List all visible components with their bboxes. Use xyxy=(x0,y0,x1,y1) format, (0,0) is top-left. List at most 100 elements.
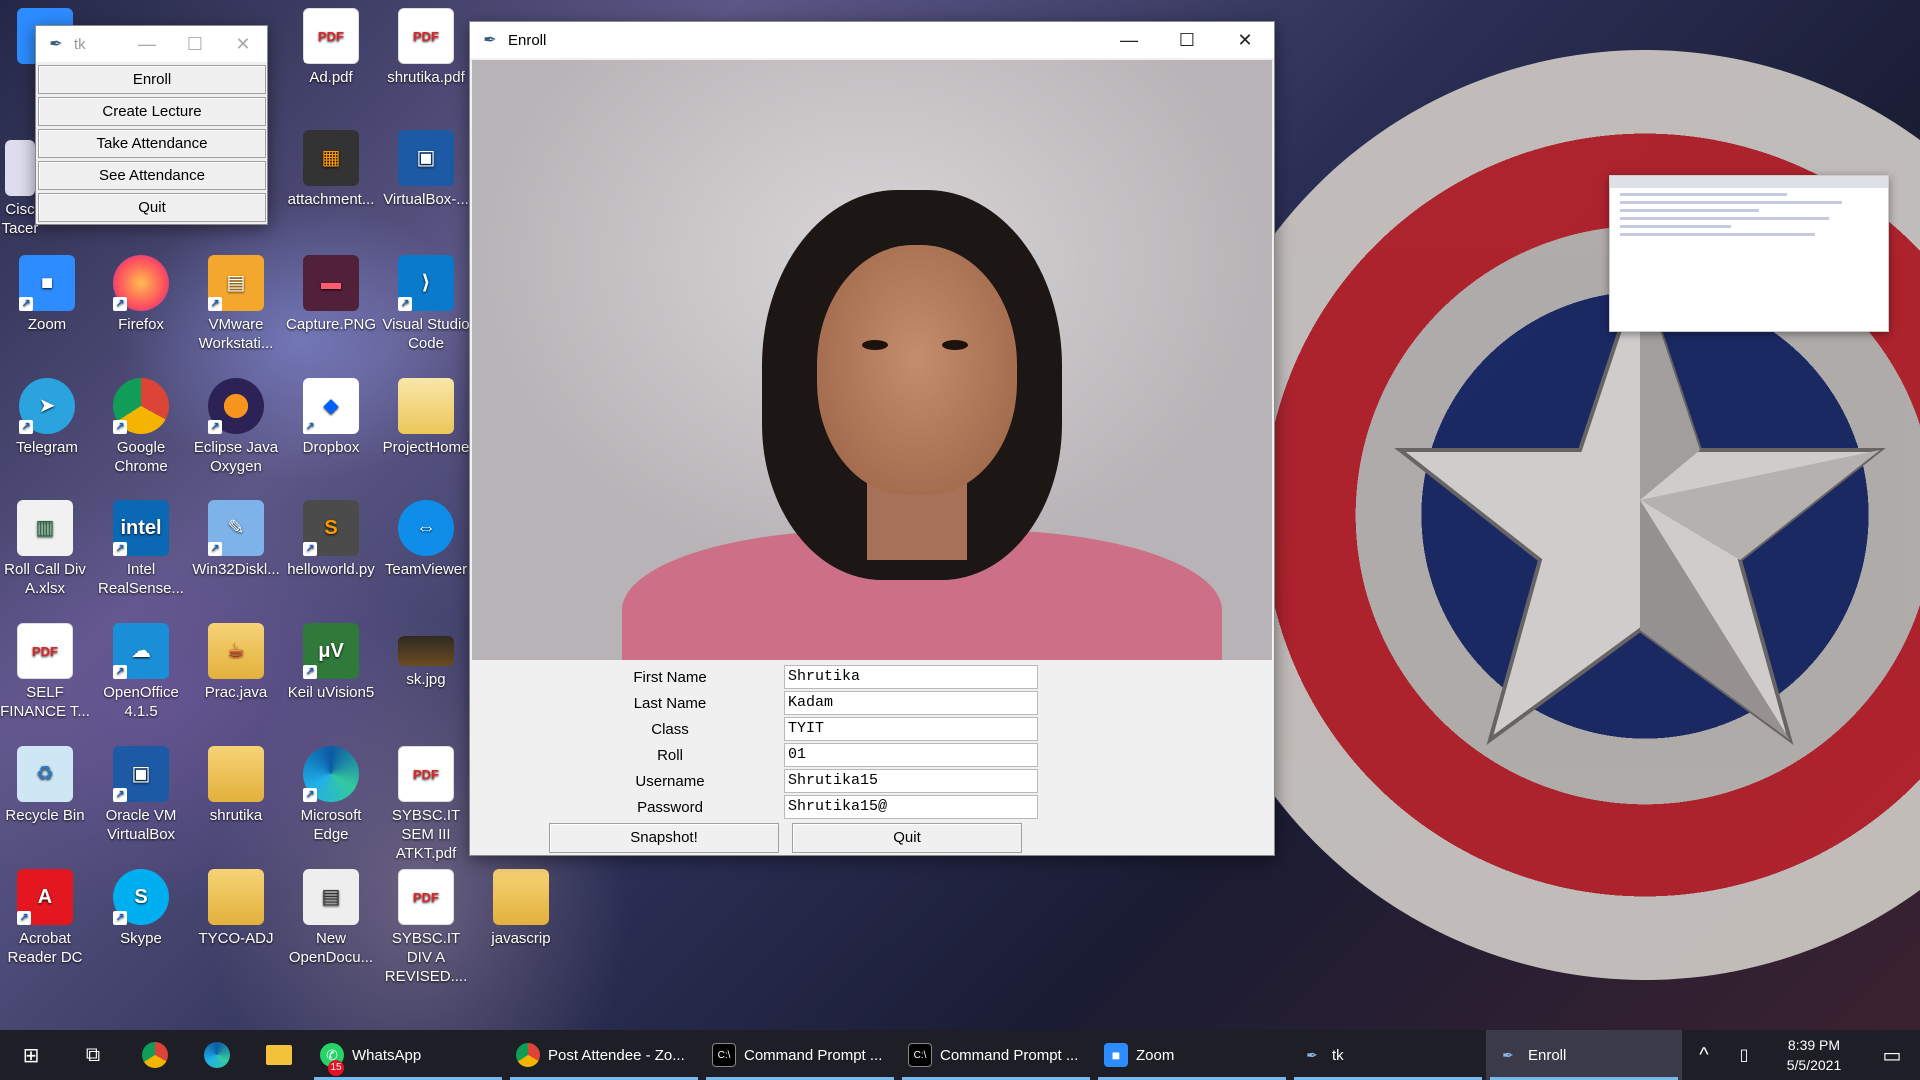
desktop-icon[interactable]: ↗ Firefox xyxy=(96,255,186,334)
desktop-icon[interactable]: ▣ VirtualBox-... xyxy=(381,130,471,209)
first-name-input[interactable]: Shrutika xyxy=(784,665,1038,689)
desktop-icon[interactable]: ♻ Recycle Bin xyxy=(0,746,90,825)
java-icon: ☕ xyxy=(208,623,264,679)
minimize-icon[interactable]: — xyxy=(1100,22,1158,58)
last-name-input[interactable]: Kadam xyxy=(784,691,1038,715)
close-icon[interactable]: ✕ xyxy=(1216,22,1274,58)
desktop-icon[interactable]: intel ↗ Intel RealSense... xyxy=(96,500,186,598)
clock[interactable]: 8:39 PM 5/5/2021 xyxy=(1764,1035,1864,1075)
clock-time: 8:39 PM xyxy=(1787,1037,1841,1053)
tk-window: ✒ tk — ☐ ✕ Enroll Create Lecture Take At… xyxy=(35,25,268,225)
desktop-icon[interactable]: ▤ ↗ VMware Workstati... xyxy=(191,255,281,353)
desktop-icon[interactable]: ▣ ↗ Oracle VM VirtualBox xyxy=(96,746,186,844)
desktop-icon[interactable]: ✎ ↗ Win32Diskl... xyxy=(191,500,281,579)
dropbox-icon: ◆ ↗ xyxy=(303,378,359,434)
create-lecture-button[interactable]: Create Lecture xyxy=(38,97,266,126)
desktop-icon[interactable]: ↗ Google Chrome xyxy=(96,378,186,476)
desktop-icon[interactable]: sk.jpg xyxy=(381,623,471,689)
taskbar-app-tk[interactable]: ✒ tk xyxy=(1290,1030,1486,1080)
firefox-icon: ↗ xyxy=(113,255,169,311)
desktop-icon[interactable]: ▦ attachment... xyxy=(286,130,376,209)
vmware-icon: ▤ ↗ xyxy=(208,255,264,311)
document-icon: ▤ xyxy=(303,869,359,925)
chrome-icon[interactable] xyxy=(124,1030,186,1080)
eclipse-icon: ↗ xyxy=(208,378,264,434)
desktop-icon[interactable]: PDF Ad.pdf xyxy=(286,8,376,87)
taskbar-app-enroll[interactable]: ✒ Enroll xyxy=(1486,1030,1682,1080)
desktop-icon[interactable]: PDF SYBSC.IT SEM III ATKT.pdf xyxy=(381,746,471,863)
camera-preview xyxy=(472,60,1272,660)
desktop-icon[interactable]: μV ↗ Keil uVision5 xyxy=(286,623,376,702)
quit-button[interactable]: Quit xyxy=(792,823,1022,853)
take-attendance-button[interactable]: Take Attendance xyxy=(38,129,266,158)
virtualbox-icon: ▣ ↗ xyxy=(113,746,169,802)
sublime-icon: S ↗ xyxy=(303,500,359,556)
image-icon xyxy=(398,636,454,666)
desktop-icon[interactable]: Cisc Tacer xyxy=(0,140,40,238)
tk-feather-icon: ✒ xyxy=(49,36,63,53)
desktop-icon[interactable]: javascrip xyxy=(476,869,566,948)
tk-titlebar[interactable]: ✒ tk — ☐ ✕ xyxy=(36,26,267,62)
taskbar-app-command-prompt-1[interactable]: C:\ Command Prompt ... xyxy=(702,1030,898,1080)
close-icon[interactable]: ✕ xyxy=(219,26,267,62)
snapshot-button[interactable]: Snapshot! xyxy=(549,823,779,853)
device-icon[interactable]: ▯ xyxy=(1724,1030,1764,1080)
password-input[interactable]: Shrutika15@ xyxy=(784,795,1038,819)
desktop-icon[interactable]: ☁ ↗ OpenOffice 4.1.5 xyxy=(96,623,186,721)
desktop-icon[interactable]: ➤ ↗ Telegram xyxy=(2,378,92,457)
browser-thumbnail[interactable] xyxy=(1609,175,1889,332)
desktop-icon[interactable]: ▥ Roll Call Div A.xlsx xyxy=(0,500,90,598)
minimize-icon[interactable]: — xyxy=(123,26,171,62)
file-explorer-icon[interactable] xyxy=(248,1030,310,1080)
desktop-icon[interactable]: ⇔ TeamViewer xyxy=(381,500,471,579)
form-row-password: Password Shrutika15@ xyxy=(472,795,1272,821)
windows-start-icon[interactable]: ⊞ xyxy=(0,1030,62,1080)
desktop-icon[interactable]: ▬ Capture.PNG xyxy=(286,255,376,334)
desktop-icon[interactable]: ▤ New OpenDocu... xyxy=(286,869,376,967)
roll-input[interactable]: 01 xyxy=(784,743,1038,767)
tk-feather-icon: ✒ xyxy=(483,32,497,49)
form-row-class: Class TYIT xyxy=(472,717,1272,743)
desktop-icon[interactable]: PDF SYBSC.IT DIV A REVISED.... xyxy=(381,869,471,986)
desktop-icon[interactable]: TYCO-ADJ xyxy=(191,869,281,948)
desktop-icon[interactable]: ■ ↗ Zoom xyxy=(2,255,92,334)
image-icon: ▦ xyxy=(303,130,359,186)
taskbar-app-whatsapp[interactable]: ✆ 15 WhatsApp xyxy=(310,1030,506,1080)
enroll-menu-button[interactable]: Enroll xyxy=(38,65,266,94)
desktop-icon[interactable]: ProjectHome xyxy=(381,378,471,457)
desktop-icon[interactable]: ◆ ↗ Dropbox xyxy=(286,378,376,457)
desktop-icon[interactable]: S ↗ helloworld.py xyxy=(286,500,376,579)
desktop-icon[interactable]: PDF shrutika.pdf xyxy=(381,8,471,87)
maximize-icon[interactable]: ☐ xyxy=(171,26,219,62)
maximize-icon[interactable]: ☐ xyxy=(1158,22,1216,58)
clock-date: 5/5/2021 xyxy=(1786,1057,1842,1073)
class-input[interactable]: TYIT xyxy=(784,717,1038,741)
password-label: Password xyxy=(637,799,703,816)
see-attendance-button[interactable]: See Attendance xyxy=(38,161,266,190)
desktop-icon[interactable]: A ↗ Acrobat Reader DC xyxy=(0,869,90,967)
taskbar-app-command-prompt-2[interactable]: C:\ Command Prompt ... xyxy=(898,1030,1094,1080)
enroll-titlebar[interactable]: ✒ Enroll — ☐ ✕ xyxy=(470,22,1274,58)
desktop-icon[interactable]: ☕ Prac.java xyxy=(191,623,281,702)
acrobat-icon: A ↗ xyxy=(17,869,73,925)
desktop-icon[interactable]: ↗ Eclipse Java Oxygen xyxy=(191,378,281,476)
notification-center-icon[interactable]: ▭ xyxy=(1864,1030,1920,1080)
taskbar-app-zoom[interactable]: ■ Zoom xyxy=(1094,1030,1290,1080)
quit-menu-button[interactable]: Quit xyxy=(38,193,266,222)
cmd-icon: C:\ xyxy=(712,1043,736,1067)
desktop-icon[interactable]: shrutika xyxy=(191,746,281,825)
desktop-icon[interactable]: PDF SELF FINANCE T... xyxy=(0,623,90,721)
username-input[interactable]: Shrutika15 xyxy=(784,769,1038,793)
zoom-icon: ■ xyxy=(1104,1043,1128,1067)
desktop-icon[interactable]: ⟩ ↗ Visual Studio Code xyxy=(381,255,471,353)
task-view-icon[interactable]: ⧉ xyxy=(62,1030,124,1080)
taskbar-app-post-attendee[interactable]: Post Attendee - Zo... xyxy=(506,1030,702,1080)
folder-icon xyxy=(208,746,264,802)
desktop-icon[interactable]: S ↗ Skype xyxy=(96,869,186,948)
chrome-icon xyxy=(516,1043,540,1067)
form-row-username: Username Shrutika15 xyxy=(472,769,1272,795)
edge-icon[interactable] xyxy=(186,1030,248,1080)
chevron-up-icon[interactable]: ^ xyxy=(1684,1030,1724,1080)
desktop-icon[interactable]: ↗ Microsoft Edge xyxy=(286,746,376,844)
folder-icon xyxy=(493,869,549,925)
